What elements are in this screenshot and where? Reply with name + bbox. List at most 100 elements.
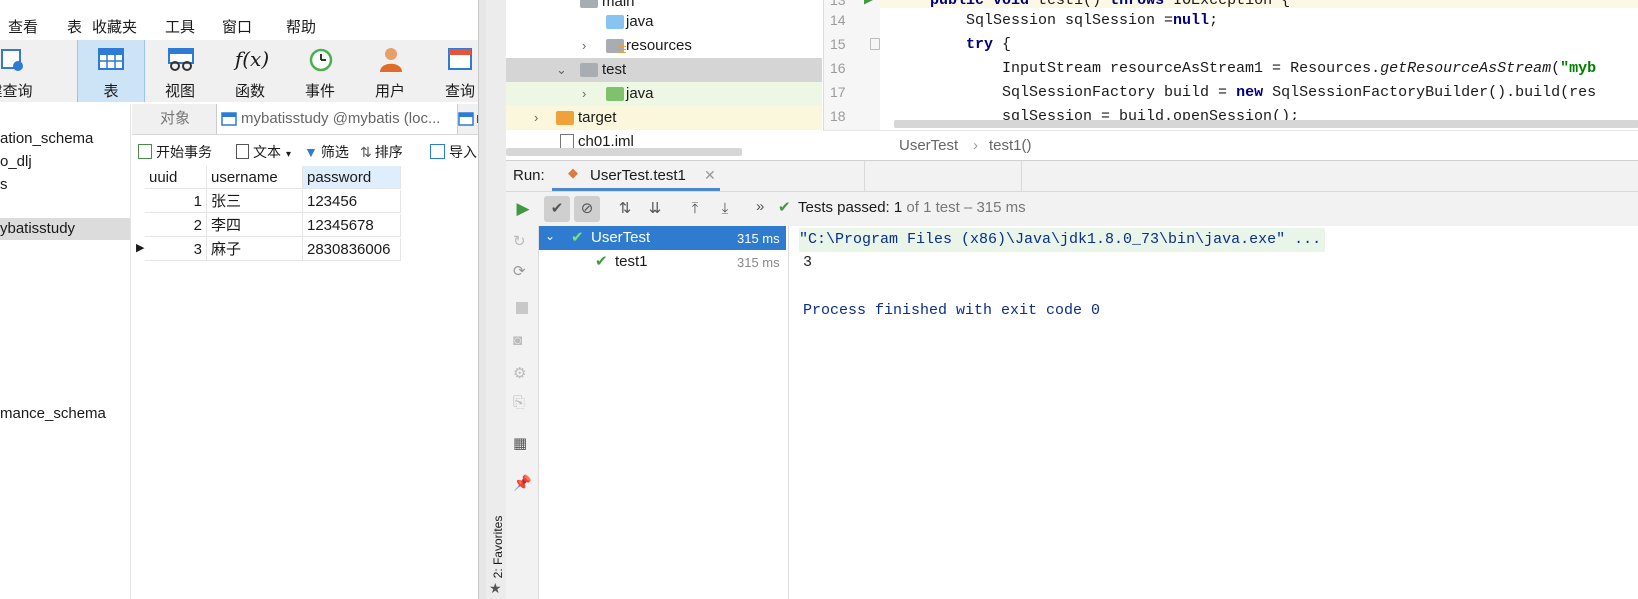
sort-by-duration-icon[interactable]: ⇊	[642, 196, 668, 222]
menu-bar: 查看 表 收藏夹 工具 窗口 帮助	[0, 12, 478, 40]
show-passed-icon[interactable]: ✔	[544, 196, 570, 222]
console-output[interactable]: "C:\Program Files (x86)\Java\jdk1.8.0_73…	[789, 226, 1638, 599]
run-gutter-icon[interactable]: ▶	[864, 0, 878, 6]
favorites-tool-button[interactable]: 2: Favorites	[491, 507, 505, 587]
project-scrollbar[interactable]	[506, 148, 742, 156]
ribbon-view-button[interactable]: 视图	[148, 40, 212, 102]
menu-help[interactable]: 帮助	[286, 16, 316, 37]
camera-icon[interactable]: ◙	[513, 332, 531, 350]
rerun-failed-icon[interactable]: ↻	[513, 232, 531, 250]
breadcrumb-class[interactable]: UserTest	[899, 137, 958, 154]
column-header-uuid[interactable]: uuid	[145, 166, 207, 189]
excluded-folder-icon	[556, 111, 574, 125]
settings-icon[interactable]: ⚙	[513, 364, 531, 382]
cell-username[interactable]: 麻子	[207, 238, 303, 261]
test-node-test1[interactable]: ✔ test1 315 ms	[539, 250, 786, 274]
tab-objects[interactable]: 对象	[160, 104, 190, 134]
begin-transaction-button[interactable]: 开始事务	[138, 142, 212, 162]
cell-uuid[interactable]: 1	[145, 190, 207, 213]
tree-db-information-schema[interactable]: ation_schema	[0, 130, 93, 147]
ribbon-view-label: 视图	[164, 83, 195, 100]
menu-favorites[interactable]: 收藏夹	[92, 16, 137, 37]
menu-table[interactable]: 表	[67, 16, 82, 37]
text-button[interactable]: 文本 ▾	[236, 142, 291, 162]
passed-check-icon: ✔	[571, 229, 584, 246]
chevron-down-icon[interactable]: ⌄	[545, 229, 555, 243]
cell-password[interactable]: 2830836006	[303, 238, 401, 261]
ribbon-query-button[interactable]: 查询	[428, 40, 478, 102]
chevron-down-icon[interactable]: ⌄	[556, 62, 567, 78]
table-row[interactable]: ▶ 3 麻子 2830836006	[133, 238, 401, 262]
code-token: "myb	[1560, 60, 1597, 77]
tree-node-label: target	[578, 109, 617, 126]
code-line: try {	[894, 36, 1011, 53]
cell-username[interactable]: 张三	[207, 190, 303, 213]
more-actions-icon[interactable]: »	[756, 198, 764, 215]
menu-view[interactable]: 查看	[8, 16, 38, 37]
pin-icon[interactable]: 📌	[513, 474, 532, 492]
editor-horizontal-scrollbar[interactable]	[894, 120, 1638, 128]
connection-tree: ation_schema o_dlj s ybatisstudy mance_s…	[0, 104, 131, 599]
menu-tools[interactable]: 工具	[165, 16, 195, 37]
export-icon[interactable]: ⎘	[513, 394, 531, 412]
layout-icon[interactable]: ▦	[513, 434, 531, 452]
tree-node-label: resources	[626, 37, 692, 54]
ribbon-user-label: 用户	[374, 83, 405, 100]
run-tab[interactable]: ◆ UserTest.test1 ✕	[552, 161, 720, 191]
object-tab-bar: 对象 mybatisstudy @mybatis (loc... r	[132, 104, 478, 135]
sort-button[interactable]: ⇅ 排序	[360, 142, 403, 162]
tree-db-performance-schema[interactable]: mance_schema	[0, 405, 106, 422]
toggle-auto-test-icon[interactable]: ⟳	[513, 262, 531, 280]
tree-node-test[interactable]: ⌄ test	[506, 58, 822, 82]
tree-db-o-dlj[interactable]: o_dlj	[0, 153, 32, 170]
column-header-username[interactable]: username	[207, 166, 303, 189]
ribbon-function-label: 函数	[234, 83, 265, 100]
tree-node-test-java[interactable]: › java	[506, 82, 822, 106]
breadcrumb-method[interactable]: test1()	[989, 137, 1032, 154]
tree-item-selected[interactable]: ybatisstudy	[0, 218, 130, 240]
status-detail: of 1 test – 315 ms	[902, 199, 1026, 216]
close-icon[interactable]: ✕	[704, 167, 716, 184]
tree-node-resources[interactable]: › resources	[506, 34, 822, 58]
table-tab-icon-2[interactable]	[458, 111, 474, 127]
chevron-right-icon[interactable]: ›	[582, 86, 586, 101]
chevron-right-icon[interactable]: ›	[534, 110, 538, 125]
tree-db-s[interactable]: s	[0, 176, 8, 193]
stop-icon[interactable]	[516, 302, 528, 314]
cell-uuid[interactable]: 2	[145, 214, 207, 237]
test-run-icon: ◆	[568, 165, 578, 180]
tab-query[interactable]: mybatisstudy @mybatis (loc...	[216, 104, 458, 134]
console-output-line: 3	[803, 254, 813, 271]
filter-button[interactable]: ▼ 筛选	[304, 142, 349, 162]
sort-alphabetically-icon[interactable]: ⇅	[612, 196, 638, 222]
code-token: getResourceAsStream	[1380, 60, 1552, 77]
ribbon-query-label: 查询	[444, 83, 475, 100]
cell-username[interactable]: 李四	[207, 214, 303, 237]
menu-window[interactable]: 窗口	[222, 16, 252, 37]
ribbon-new-query-label: 建查询	[0, 83, 33, 100]
fold-marker-icon[interactable]	[870, 38, 880, 50]
ribbon-event-button[interactable]: 事件	[288, 40, 352, 102]
view-icon	[168, 48, 194, 71]
column-header-password[interactable]: password	[303, 166, 401, 189]
expand-all-icon[interactable]: ⤒	[682, 196, 708, 222]
tree-node-main-java[interactable]: java	[506, 10, 822, 34]
rerun-icon[interactable]: ▶	[510, 196, 536, 222]
table-row[interactable]: 2 李四 12345678	[133, 214, 401, 238]
test-node-suite[interactable]: ⌄ ✔ UserTest 315 ms	[539, 226, 786, 250]
code-token: SqlSessionFactory build =	[894, 84, 1237, 101]
cell-password[interactable]: 12345678	[303, 214, 401, 237]
code-editor[interactable]: 13 14 15 16 17 18 ▶ public void test1() …	[823, 0, 1638, 130]
show-ignored-icon[interactable]: ⊘	[574, 196, 600, 222]
import-button[interactable]: 导入	[430, 142, 477, 162]
collapse-all-icon[interactable]: ⤓	[712, 196, 738, 222]
ribbon-user-button[interactable]: 用户	[358, 40, 422, 102]
ribbon-table-button[interactable]: 表	[77, 40, 145, 102]
table-row[interactable]: 1 张三 123456	[133, 190, 401, 214]
tree-node-target[interactable]: › target	[506, 106, 822, 130]
cell-password[interactable]: 123456	[303, 190, 401, 213]
ribbon-function-button[interactable]: f(x) 函数	[218, 40, 282, 102]
chevron-right-icon[interactable]: ›	[582, 38, 586, 53]
cell-uuid[interactable]: 3	[145, 238, 207, 261]
ribbon-new-query-button[interactable]: 建查询	[0, 40, 42, 102]
